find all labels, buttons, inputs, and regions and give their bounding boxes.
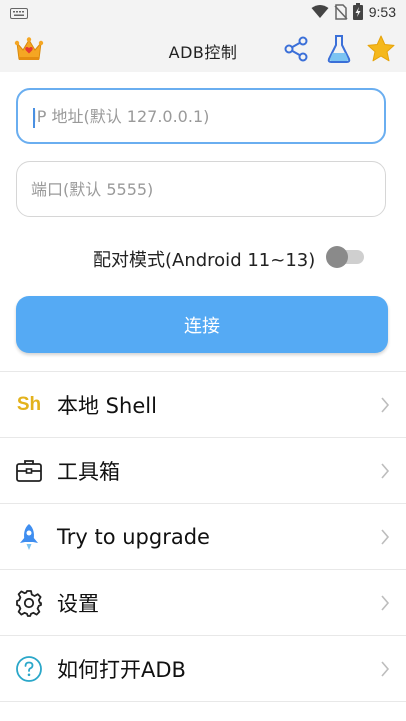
menu-item-label: Try to upgrade xyxy=(57,524,210,549)
pairing-mode-toggle[interactable] xyxy=(326,246,364,268)
menu-item-upgrade[interactable]: Try to upgrade xyxy=(0,503,406,569)
help-icon xyxy=(14,654,44,684)
chevron-right-icon xyxy=(381,396,390,413)
status-time: 9:53 xyxy=(368,3,396,20)
share-icon xyxy=(284,36,308,62)
menu-item-local-shell[interactable]: Sh 本地 Shell xyxy=(0,371,406,437)
toggle-knob xyxy=(326,246,348,268)
ip-address-field[interactable] xyxy=(16,88,386,144)
toolbox-icon xyxy=(14,456,44,486)
lab-button[interactable] xyxy=(322,32,356,66)
chevron-right-icon xyxy=(381,594,390,611)
keyboard-icon xyxy=(10,8,28,19)
no-sim-icon xyxy=(334,3,348,20)
chevron-right-icon xyxy=(381,462,390,479)
menu-item-label: 本地 Shell xyxy=(57,393,157,418)
status-bar: 9:53 xyxy=(0,0,406,26)
wifi-icon xyxy=(311,4,329,18)
share-button[interactable] xyxy=(279,32,313,66)
app-bar: ADB控制 xyxy=(0,26,406,72)
star-icon xyxy=(367,35,395,62)
star-button[interactable] xyxy=(364,32,398,66)
menu-item-how-to-enable-adb[interactable]: 如何打开ADB xyxy=(0,635,406,702)
port-field[interactable] xyxy=(16,161,386,217)
sh-icon-text: Sh xyxy=(16,393,42,415)
connect-button[interactable]: 连接 xyxy=(16,296,388,353)
ip-address-input[interactable] xyxy=(30,105,384,127)
port-input[interactable] xyxy=(29,178,385,200)
flask-icon xyxy=(327,35,351,63)
gear-icon xyxy=(14,588,44,618)
menu-item-label: 如何打开ADB xyxy=(57,657,186,682)
chevron-right-icon xyxy=(381,660,390,677)
menu-item-toolbox[interactable]: 工具箱 xyxy=(0,437,406,503)
rocket-icon xyxy=(14,522,44,552)
battery-charging-icon xyxy=(352,3,363,20)
chevron-right-icon xyxy=(381,528,390,545)
menu-item-settings[interactable]: 设置 xyxy=(0,569,406,635)
menu-item-label: 设置 xyxy=(57,591,99,616)
sh-icon: Sh xyxy=(14,390,44,420)
menu-list: Sh 本地 Shell 工具箱 Try to upgrade 设置 如何打开AD… xyxy=(0,371,406,702)
pairing-mode-label: 配对模式(Android 11~13) xyxy=(93,250,316,271)
menu-item-label: 工具箱 xyxy=(57,459,120,484)
text-caret xyxy=(33,108,35,128)
